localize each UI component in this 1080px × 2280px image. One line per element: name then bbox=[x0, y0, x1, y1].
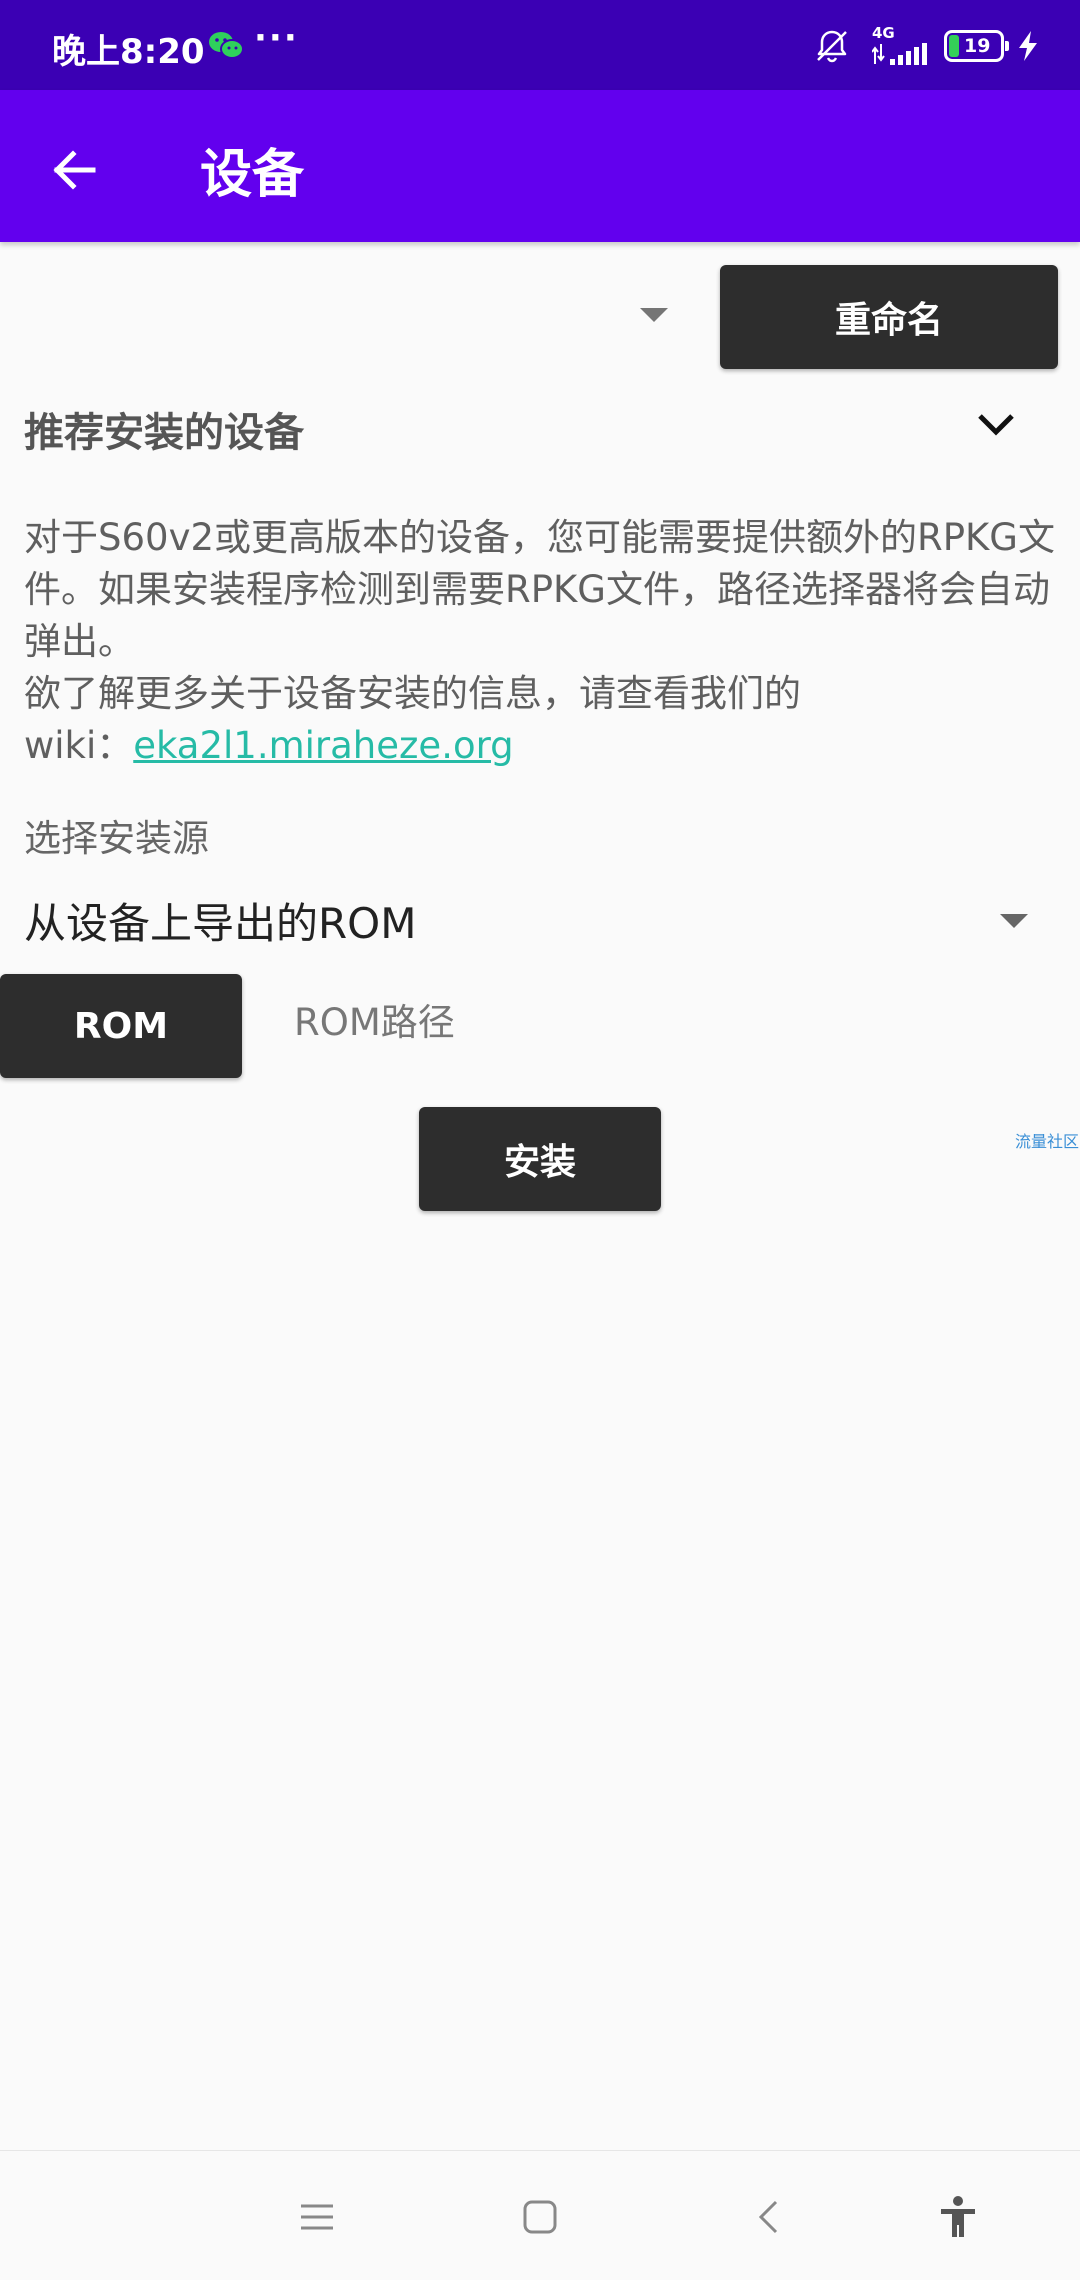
rename-button[interactable]: 重命名 bbox=[720, 265, 1058, 369]
section-title: 推荐安装的设备 bbox=[24, 410, 304, 456]
device-install-screen: 晚上8:20 ··· 4G 19 设备 重命名 推荐安装的设备 对于S60v2或… bbox=[0, 0, 1080, 2280]
home-icon bbox=[523, 2200, 557, 2234]
battery-icon: 19 bbox=[944, 30, 1009, 62]
nav-home-button[interactable] bbox=[512, 2189, 568, 2245]
wiki-line: wiki：eka2l1.miraheze.org bbox=[24, 720, 1058, 772]
recommend-description: 对于S60v2或更高版本的设备，您可能需要提供额外的RPKG文件。如果安装程序检… bbox=[24, 512, 1058, 772]
navigation-bar bbox=[0, 2150, 1080, 2280]
source-label: 选择安装源 bbox=[24, 817, 209, 860]
rom-button[interactable]: ROM bbox=[0, 974, 242, 1078]
more-notifications-icon: ··· bbox=[254, 18, 299, 58]
chevron-down-icon[interactable] bbox=[972, 404, 1020, 444]
description-text: 对于S60v2或更高版本的设备，您可能需要提供额外的RPKG文件。如果安装程序检… bbox=[24, 516, 1055, 663]
rom-path-text: ROM路径 bbox=[294, 1001, 455, 1044]
wiki-prefix: wiki： bbox=[24, 724, 134, 767]
status-bar: 晚上8:20 ··· 4G 19 bbox=[0, 0, 1080, 90]
nav-back-button[interactable] bbox=[740, 2189, 796, 2245]
dropdown-arrow-icon bbox=[1000, 914, 1028, 928]
signal-icon: 4G bbox=[872, 24, 932, 66]
arrow-left-icon bbox=[53, 150, 96, 190]
device-dropdown[interactable] bbox=[0, 264, 680, 368]
page-title: 设备 bbox=[200, 145, 305, 205]
app-bar: 设备 bbox=[0, 90, 1080, 242]
battery-fill bbox=[949, 35, 959, 57]
source-selected-value: 从设备上导出的ROM bbox=[24, 899, 417, 948]
wechat-icon bbox=[209, 32, 244, 59]
source-dropdown[interactable]: 从设备上导出的ROM bbox=[0, 880, 1060, 960]
description-more-text: 欲了解更多关于设备安装的信息，请查看我们的 bbox=[24, 672, 801, 715]
install-button[interactable]: 安装 bbox=[419, 1107, 661, 1211]
nav-accessibility-button[interactable] bbox=[930, 2189, 986, 2245]
wiki-link[interactable]: eka2l1.miraheze.org bbox=[133, 724, 513, 767]
bell-off-icon bbox=[817, 30, 847, 63]
watermark-text: 流量社区 bbox=[1015, 1132, 1080, 1151]
nav-menu-button[interactable] bbox=[289, 2189, 345, 2245]
status-time: 晚上8:20 bbox=[52, 32, 205, 72]
accessibility-icon bbox=[941, 2196, 975, 2237]
dropdown-arrow-icon bbox=[640, 308, 668, 322]
menu-icon bbox=[301, 2204, 333, 2230]
charging-icon bbox=[1019, 31, 1037, 61]
network-type: 4G bbox=[872, 24, 895, 42]
back-icon bbox=[758, 2200, 778, 2234]
back-button[interactable] bbox=[36, 132, 112, 208]
battery-level: 19 bbox=[964, 35, 991, 57]
